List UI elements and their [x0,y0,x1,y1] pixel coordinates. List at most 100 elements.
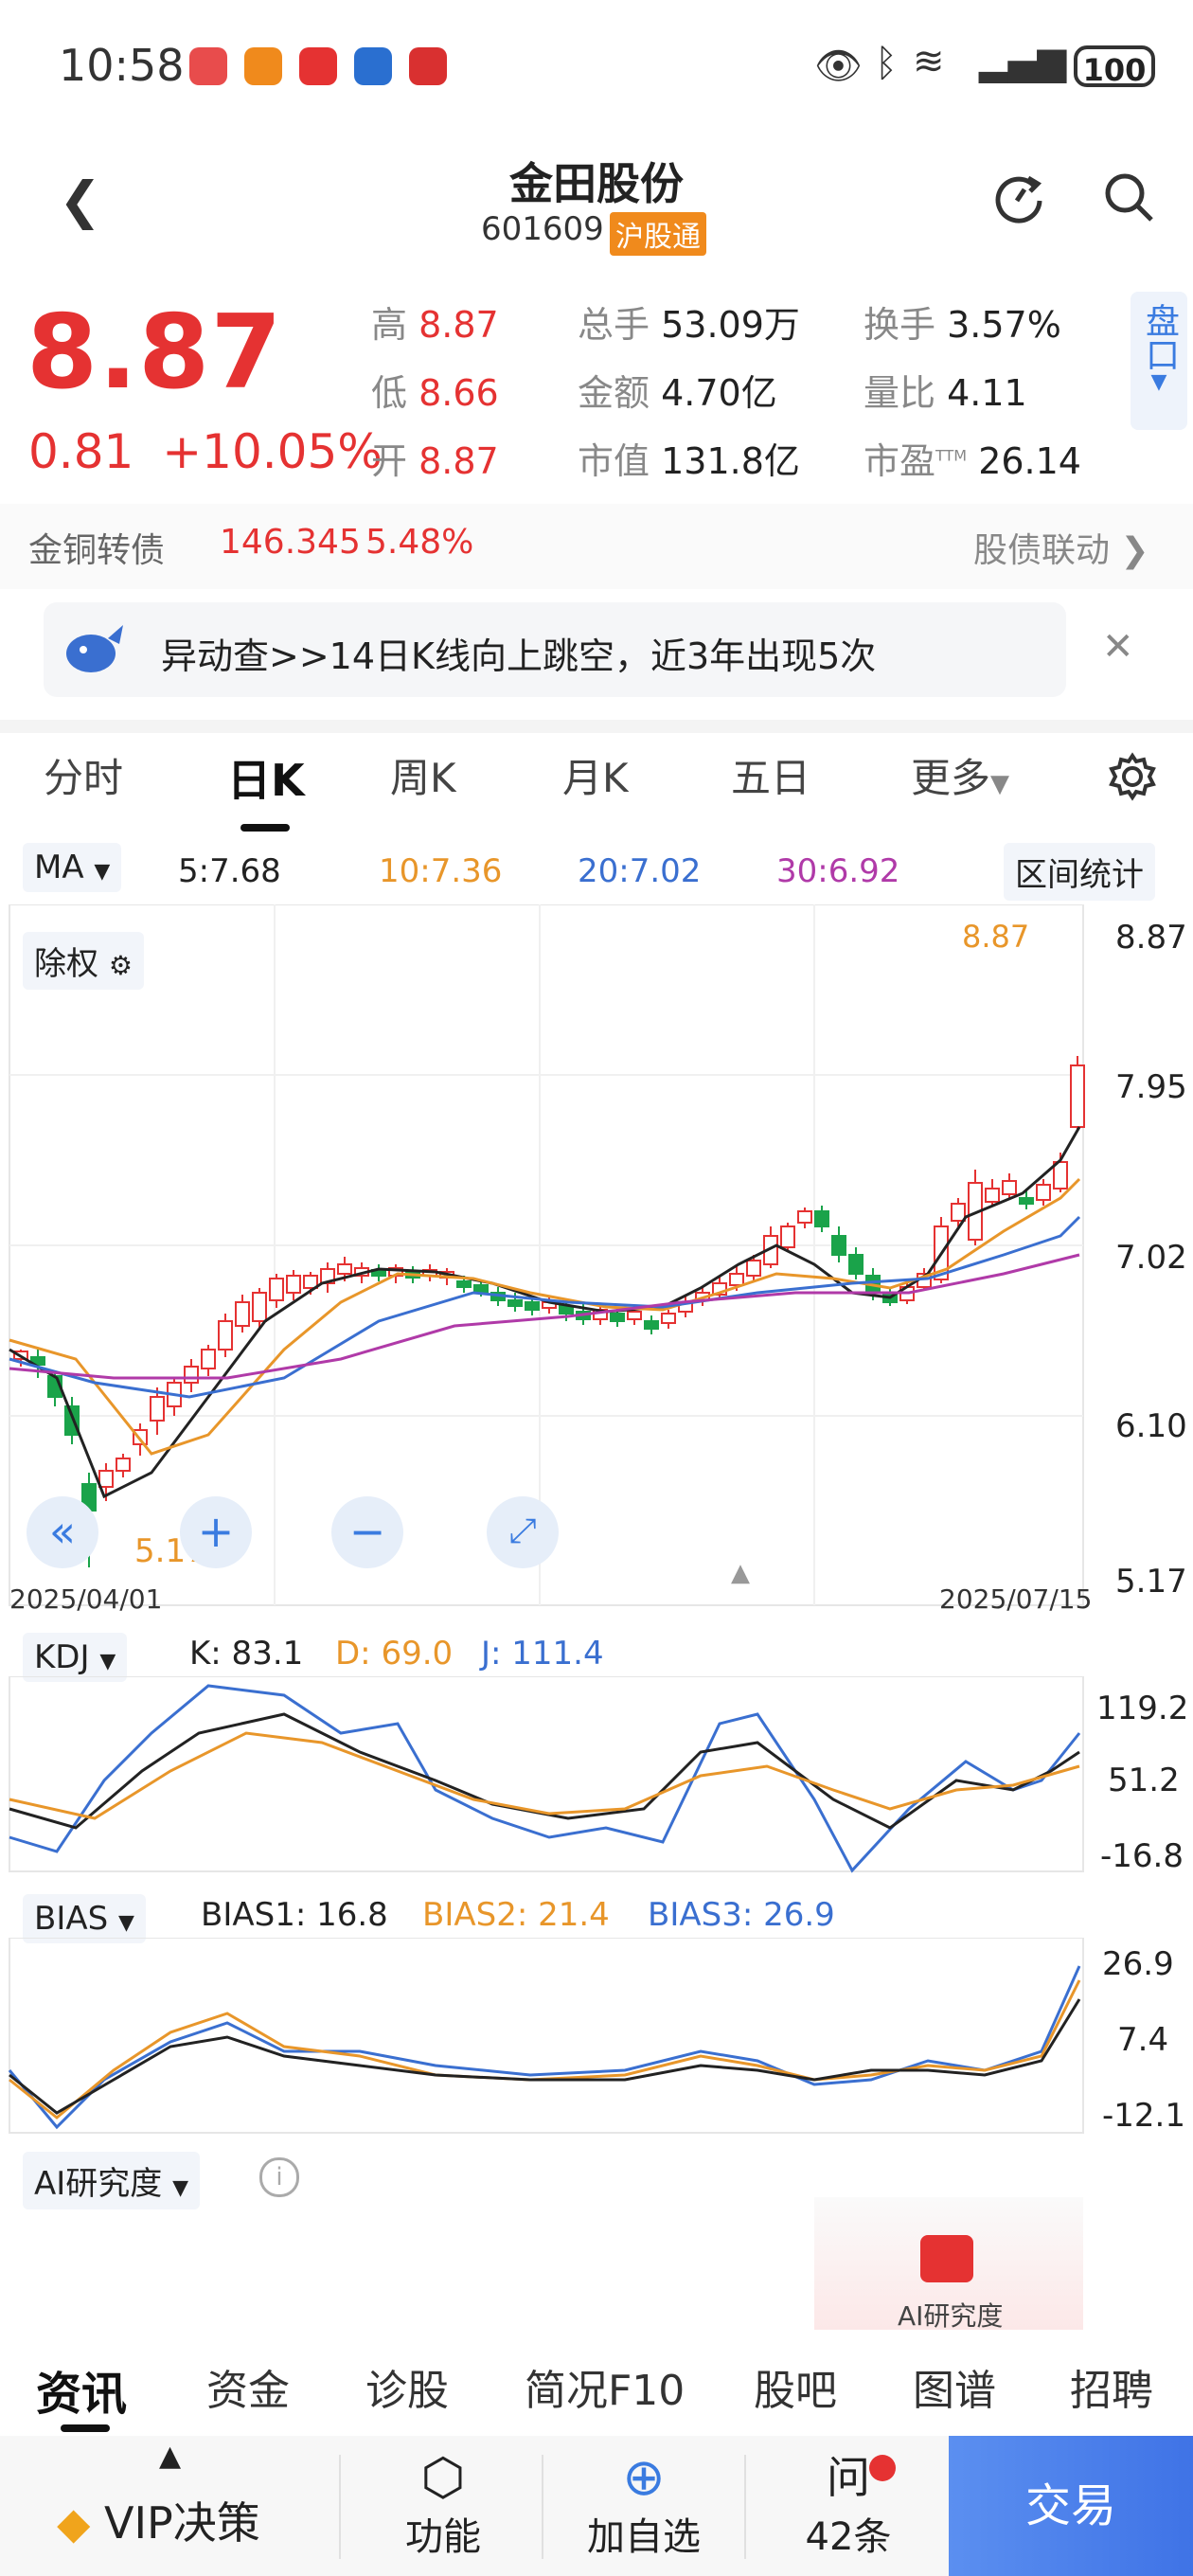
ask-button[interactable]: 问 42条 [792,2449,905,2561]
chart-frame [9,1938,1084,2134]
cube-icon: ⬡ [420,2447,466,2507]
tab-indicator [240,824,290,832]
double-chevron-left-icon: « [48,1506,77,1557]
y-tick: 6.10 [1115,1407,1187,1445]
quote-mcap: 市值 131.8亿 [578,440,800,482]
ma10-line [9,1177,1081,1456]
tab-jobs[interactable]: 招聘 [1070,2356,1153,2417]
bias3-value: BIAS3: 26.9 [648,1896,835,1934]
add-watchlist-button[interactable]: ⊕ 加自选 [587,2449,701,2561]
bias1-value: BIAS1: 16.8 [201,1896,388,1934]
caret-down-icon: ▼ [99,1650,116,1673]
zoom-in-button[interactable]: + [180,1496,252,1568]
tab-forum[interactable]: 股吧 [754,2356,837,2417]
candle-body [780,1225,795,1248]
candle-body [218,1320,233,1351]
tab-f10[interactable]: 简况F10 [525,2356,685,2417]
info-icon[interactable]: i [259,2157,299,2197]
tab-wuri[interactable]: 五日 [731,746,810,804]
huawei-app-icon [189,47,227,85]
candle-body [252,1292,267,1322]
kdj-selector[interactable]: KDJ ▼ [23,1633,128,1682]
ma5-line [9,1126,1081,1499]
kline-chart[interactable] [0,904,1193,1610]
pankou-button[interactable]: 盘口 ▼ [1131,292,1187,430]
quote-open: 开 8.87 [371,440,499,482]
bond-row[interactable]: 金铜转债 146.345 5.48% 股债联动 ❯ [0,504,1193,589]
scroll-left-button[interactable]: « [27,1496,98,1568]
tab-fenshi[interactable]: 分时 [44,746,123,804]
chart-frame [9,1676,1084,1872]
caret-down-icon: ▼ [1150,370,1167,394]
notification-dot [869,2455,896,2481]
candle-body [746,1260,761,1277]
ma20-value: 20:7.02 [578,852,702,890]
ai-locked-panel[interactable]: AI研究度 [814,2197,1083,2332]
date-start: 2025/04/01 [9,1583,163,1615]
tab-graph[interactable]: 图谱 [913,2356,996,2417]
tab-rik[interactable]: 日K [227,746,305,809]
trade-button[interactable]: 交易 [949,2436,1193,2576]
anomaly-notice[interactable]: 异动查>>14日K线向上跳空，近3年出现5次 [44,602,1066,697]
bond-link[interactable]: 股债联动 ❯ [973,523,1149,572]
candle-body [525,1301,540,1311]
kdj-chart[interactable] [0,1676,1193,1875]
chuquan-button[interactable]: 除权 ⚙ [23,932,144,990]
quote-turnover: 换手 3.57% [864,304,1061,346]
signal-icon: ▂▄▆ [979,40,1067,83]
refresh-icon[interactable] [990,169,1047,225]
candle-body [201,1349,216,1369]
candle-body [1019,1197,1034,1205]
status-time: 10:58 [59,40,185,91]
chart-tabs: 分时 日K 周K 月K 五日 更多▼ [0,739,1193,833]
search-icon[interactable] [1100,169,1157,225]
candle-body [610,1313,625,1322]
bias-chart[interactable] [0,1938,1193,2137]
tab-funds[interactable]: 资金 [206,2356,290,2417]
caret-up-icon[interactable]: ▲ [159,2440,181,2473]
tab-yuek[interactable]: 月K [562,746,629,804]
ma-selector[interactable]: MA ▼ [23,843,122,892]
bond-name: 金铜转债 [28,531,166,570]
candle-body [473,1284,489,1294]
candle-body [116,1458,131,1472]
candle-body [848,1254,864,1275]
candle-body [1002,1180,1017,1195]
ai-selector[interactable]: AI研究度 ▼ [23,2152,201,2209]
y-tick: 7.95 [1115,1068,1187,1106]
gear-icon[interactable] [1108,752,1157,801]
chart-frame [9,904,1084,1606]
vip-button[interactable]: ◆ VIP决策 [57,2489,260,2551]
kdj-k: K: 83.1 [189,1635,304,1673]
kdj-tick: 51.2 [1108,1762,1180,1799]
change-percent: +10.05% [162,424,383,479]
ma30-value: 30:6.92 [776,852,900,890]
app-icon-red [299,47,337,85]
tab-zhouk[interactable]: 周K [390,746,456,804]
tab-diagnose[interactable]: 诊股 [365,2356,449,2417]
bias1-line [9,1998,1081,2115]
hgt-badge: 沪股通 [610,212,706,256]
function-button[interactable]: ⬡ 功能 [396,2449,490,2561]
caret-down-icon: ▼ [990,770,1010,798]
tab-more[interactable]: 更多▼ [911,746,1009,804]
fullscreen-button[interactable]: ⤢ [487,1496,559,1568]
bond-price: 146.345 [220,523,361,562]
y-tick: 8.87 [1115,919,1187,957]
max-price-label: 8.87 [962,919,1030,955]
candle-body [235,1301,250,1327]
candle-body [1036,1184,1051,1201]
range-stat-button[interactable]: 区间统计 [1004,843,1155,901]
diamond-icon: ◆ [57,2497,91,2549]
quote-pe: 市盈TTM 26.14 [864,440,1081,482]
bar-divider [542,2455,543,2559]
candle-body [456,1280,472,1288]
bias-tick: -12.1 [1102,2097,1185,2135]
close-notice-icon[interactable]: ✕ [1102,625,1134,669]
tab-news[interactable]: 资讯 [36,2356,127,2423]
scroll-up-icon[interactable]: ▲ [731,1559,750,1587]
zoom-out-button[interactable]: − [331,1496,403,1568]
bias-selector[interactable]: BIAS ▼ [23,1894,146,1943]
bias2-line [9,1979,1081,2120]
price-change: 0.81 +10.05% [28,424,383,479]
